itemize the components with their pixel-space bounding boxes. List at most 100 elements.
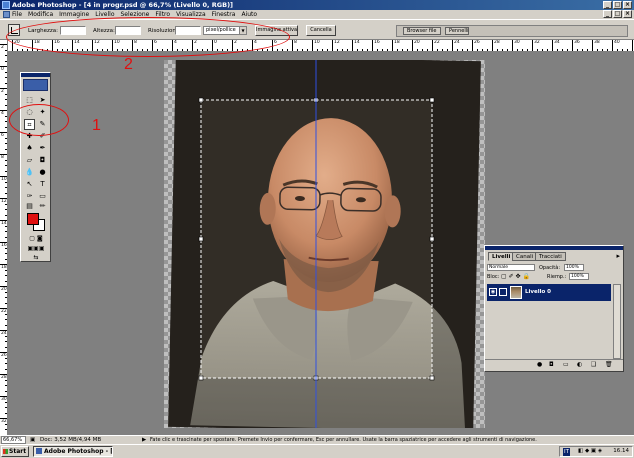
- ruler-minor-tick: [27, 49, 28, 51]
- screen-mode-icon[interactable]: ▣▣▣: [24, 245, 48, 253]
- layer-style-icon[interactable]: ●: [537, 362, 542, 368]
- ruler-tick: [332, 40, 333, 51]
- annotation-label-1: 1: [92, 117, 101, 134]
- ruler-minor-tick: [387, 49, 388, 51]
- ruler-minor-tick: [5, 280, 7, 282]
- ruler-minor-tick: [542, 49, 543, 51]
- photo-canvas[interactable]: [164, 60, 485, 428]
- maximize-button[interactable]: □: [613, 1, 622, 9]
- path-selection-icon[interactable]: ↖: [24, 179, 35, 190]
- zoom-field[interactable]: 66,67%: [1, 436, 26, 444]
- ruler-minor-tick: [5, 302, 7, 304]
- ruler-label: 40: [614, 40, 620, 45]
- type-icon[interactable]: T: [37, 179, 48, 190]
- ruler-minor-tick: [5, 143, 7, 144]
- menu-modifica[interactable]: Modifica: [28, 11, 53, 18]
- clear-button[interactable]: Cancella: [306, 25, 336, 36]
- minimize-button[interactable]: _: [603, 1, 612, 9]
- doc-restore-button[interactable]: □: [613, 10, 622, 18]
- menu-finestra[interactable]: Finestra: [212, 11, 236, 18]
- gradient-icon[interactable]: ◘: [37, 155, 48, 166]
- layers-scrollbar[interactable]: [613, 284, 621, 359]
- ruler-minor-tick: [342, 49, 343, 51]
- blend-mode-select[interactable]: Normale: [487, 264, 535, 271]
- ruler-tick: [512, 40, 513, 51]
- doc-info-icon[interactable]: ▣: [30, 436, 35, 444]
- ruler-label: 8: [294, 40, 297, 45]
- adjustment-layer-icon[interactable]: ◐: [577, 362, 582, 368]
- menu-aiuto[interactable]: Aiuto: [241, 11, 257, 18]
- ruler-minor-tick: [5, 82, 7, 84]
- notes-icon[interactable]: ▤: [24, 201, 35, 212]
- layers-panel-title-bar[interactable]: [485, 246, 623, 250]
- tab-file-browser[interactable]: Browser file: [403, 27, 441, 35]
- ruler-minor-tick: [5, 225, 7, 227]
- eye-icon[interactable]: ◉: [489, 288, 497, 296]
- doc-close-button[interactable]: ×: [623, 10, 632, 18]
- ruler-minor-tick: [322, 49, 323, 51]
- new-layer-icon[interactable]: ❑: [591, 362, 596, 368]
- photoshop-logo-icon[interactable]: [23, 79, 48, 91]
- taskbar-item-photoshop[interactable]: Adobe Photoshop - [4...: [33, 446, 113, 457]
- trash-icon[interactable]: 🗑: [605, 362, 613, 368]
- ruler-minor-tick: [5, 335, 7, 337]
- opacity-input[interactable]: 100%: [564, 264, 584, 271]
- layer-row[interactable]: ◉ Livello 0: [487, 284, 611, 301]
- quick-mask-icon[interactable]: ▢ ◙: [24, 235, 48, 243]
- ruler-minor-tick: [5, 346, 7, 348]
- tray-icons[interactable]: ◧ ◆ ▣ ◈: [578, 447, 602, 456]
- tab-channels[interactable]: Canali: [512, 252, 538, 261]
- blur-icon[interactable]: 💧: [24, 167, 35, 178]
- tab-layers[interactable]: Livelli: [488, 252, 515, 261]
- tab-paths[interactable]: Tracciati: [535, 252, 566, 261]
- play-arrow-icon[interactable]: ▶: [142, 436, 146, 444]
- doc-minimize-button[interactable]: _: [603, 10, 612, 18]
- ruler-minor-tick: [5, 379, 7, 381]
- photoshop-app-icon[interactable]: [2, 1, 10, 9]
- ruler-minor-tick: [287, 49, 288, 51]
- eraser-icon[interactable]: ▱: [24, 155, 35, 166]
- ruler-minor-tick: [5, 115, 7, 117]
- ruler-minor-tick: [5, 368, 7, 370]
- ruler-minor-tick: [5, 55, 7, 56]
- lock-icons[interactable]: ▢ ✐ ✥ 🔒: [501, 273, 530, 280]
- ruler-minor-tick: [562, 49, 563, 51]
- ruler-label: 12: [334, 40, 340, 45]
- menu-immagine[interactable]: Immagine: [59, 11, 89, 18]
- ruler-label: 30: [514, 40, 520, 45]
- foreground-color-swatch[interactable]: [27, 213, 39, 225]
- start-button[interactable]: Start: [1, 446, 29, 457]
- ruler-minor-tick: [607, 49, 608, 51]
- jump-to-imageready-icon[interactable]: ⇆: [24, 254, 48, 262]
- doc-size: Doc: 3,52 MB/4,94 MB: [40, 437, 102, 443]
- ruler-tick: [552, 40, 553, 51]
- ruler-tick: [352, 40, 353, 51]
- clone-stamp-icon[interactable]: ♠: [24, 143, 35, 154]
- ruler-minor-tick: [5, 121, 7, 122]
- close-button[interactable]: ×: [623, 1, 632, 9]
- ruler-tick: [492, 40, 493, 51]
- tab-brushes[interactable]: Pennelli: [445, 27, 469, 35]
- panel-menu-icon[interactable]: ▸: [616, 252, 620, 260]
- layer-mask-icon[interactable]: ◘: [549, 362, 554, 368]
- toolbox-title-bar[interactable]: [21, 73, 50, 77]
- eyedropper-icon[interactable]: ✏: [37, 201, 48, 212]
- brush-link-icon[interactable]: [499, 288, 507, 296]
- history-brush-icon[interactable]: ✒: [37, 143, 48, 154]
- ruler-minor-tick: [417, 49, 418, 51]
- ruler-tick: [392, 40, 393, 51]
- language-indicator[interactable]: IT: [563, 448, 570, 456]
- ruler-tick: [592, 40, 593, 51]
- fill-input[interactable]: 100%: [569, 273, 589, 280]
- ruler-minor-tick: [17, 49, 18, 51]
- folder-icon[interactable]: ▭: [563, 362, 569, 368]
- ruler-minor-tick: [5, 231, 7, 232]
- menu-file[interactable]: File: [12, 11, 22, 18]
- vertical-ruler[interactable]: 2 0 2 4 6 8 10 12 14 16 18 20 22 24 26 28 30 32: [0, 40, 8, 435]
- dodge-icon[interactable]: ●: [37, 167, 48, 178]
- ruler-label: 6: [1, 133, 4, 138]
- annotation-label-2: 2: [124, 56, 133, 73]
- document-icon[interactable]: [3, 11, 10, 18]
- ruler-minor-tick: [567, 49, 568, 51]
- window-title: Adobe Photoshop - [4 in progr.psd @ 66,7…: [12, 1, 234, 9]
